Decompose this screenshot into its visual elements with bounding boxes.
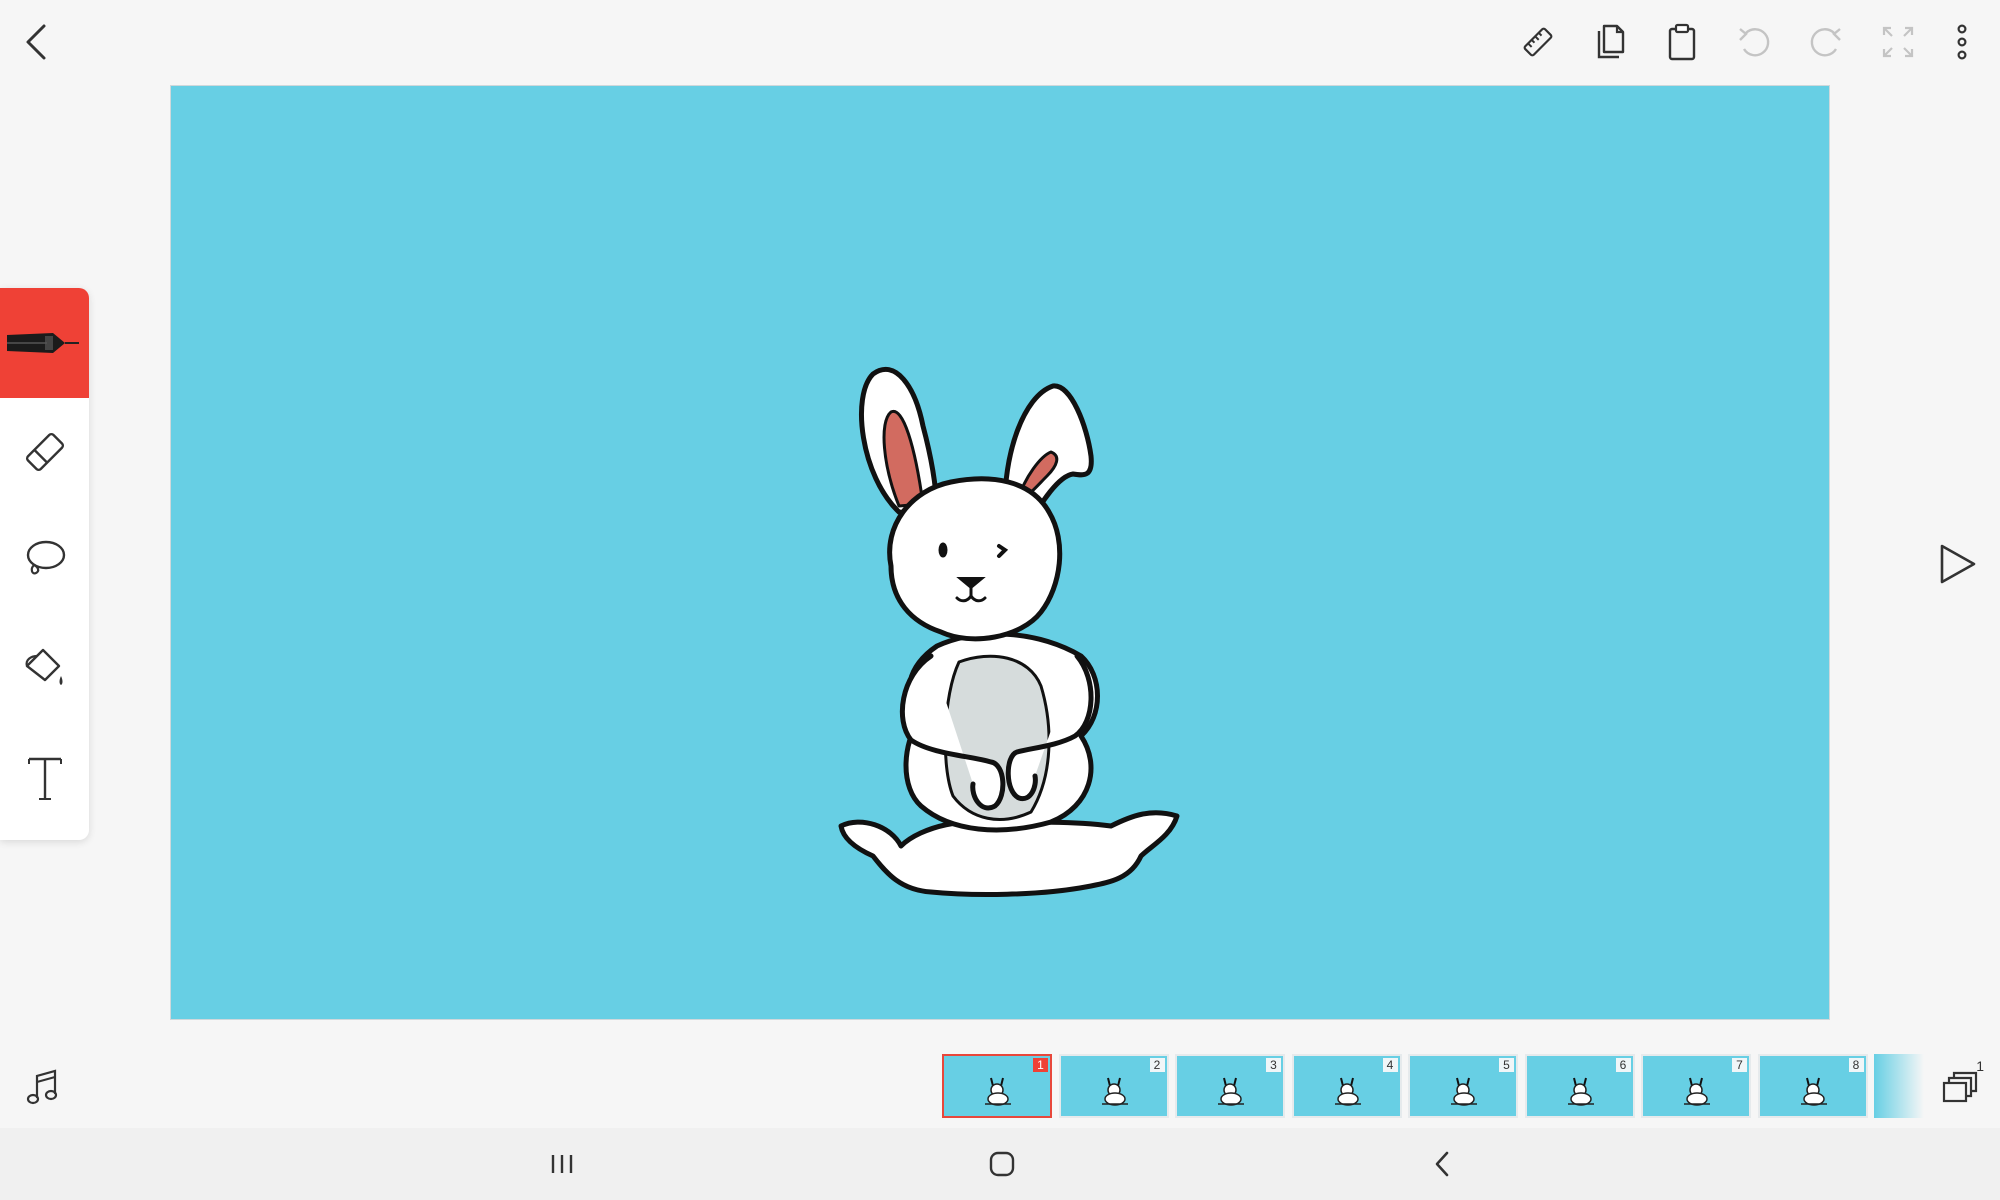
frame-timeline: 1 2 3 4 5 6 7 8 <box>942 1054 1924 1118</box>
recent-apps-icon[interactable] <box>540 1142 584 1186</box>
system-navigation-bar <box>0 1128 2000 1200</box>
timeline-frame[interactable]: 6 <box>1524 1054 1635 1118</box>
top-toolbar <box>0 0 2000 84</box>
text-tool-icon[interactable] <box>0 724 89 834</box>
timeline-frame[interactable]: 2 <box>1058 1054 1169 1118</box>
back-arrow-icon[interactable] <box>14 16 58 68</box>
timeline-frame[interactable]: 7 <box>1641 1054 1751 1118</box>
music-note-icon[interactable] <box>20 1064 64 1110</box>
frame-number: 3 <box>1266 1058 1281 1072</box>
eraser-icon[interactable] <box>0 400 89 504</box>
layers-icon[interactable]: 1 <box>1936 1058 1986 1110</box>
pen-icon[interactable] <box>0 288 89 398</box>
bunny-drawing <box>838 366 1180 897</box>
nav-back-icon[interactable] <box>1420 1142 1464 1186</box>
frame-thumbnail <box>1331 1074 1367 1113</box>
frame-thumbnail <box>1797 1074 1833 1113</box>
paint-bucket-icon[interactable] <box>0 616 89 720</box>
lasso-icon[interactable] <box>0 508 89 612</box>
timeline-frame[interactable]: 8 <box>1757 1054 1868 1118</box>
timeline-fade <box>1874 1054 1924 1118</box>
frame-thumbnail <box>1214 1074 1250 1113</box>
ruler-icon[interactable] <box>1516 20 1560 64</box>
frame-number: 1 <box>1033 1058 1048 1072</box>
frame-number: 6 <box>1615 1058 1631 1072</box>
frame-thumbnail <box>1680 1074 1716 1113</box>
layer-count: 1 <box>1976 1058 1984 1074</box>
play-icon[interactable] <box>1932 538 1984 590</box>
timeline-frame[interactable]: 1 <box>942 1054 1052 1118</box>
more-vertical-icon[interactable] <box>1944 20 1980 64</box>
drawing-canvas[interactable] <box>170 85 1830 1020</box>
frame-thumbnail <box>981 1074 1017 1113</box>
frame-number: 5 <box>1499 1058 1514 1072</box>
frame-thumbnail <box>1564 1074 1600 1113</box>
copy-icon[interactable] <box>1588 20 1632 64</box>
undo-icon[interactable] <box>1732 20 1776 64</box>
timeline-frame[interactable]: 4 <box>1291 1054 1402 1118</box>
fullscreen-icon[interactable] <box>1876 20 1920 64</box>
frame-number: 4 <box>1382 1058 1398 1072</box>
frame-thumbnail <box>1098 1074 1134 1113</box>
timeline-frame[interactable]: 5 <box>1408 1054 1518 1118</box>
frame-thumbnail <box>1447 1074 1483 1113</box>
frame-number: 8 <box>1848 1058 1864 1072</box>
redo-icon[interactable] <box>1804 20 1848 64</box>
tool-panel <box>0 288 89 840</box>
frame-number: 7 <box>1732 1058 1747 1072</box>
home-icon[interactable] <box>980 1142 1024 1186</box>
paste-clipboard-icon[interactable] <box>1660 20 1704 64</box>
frame-number: 2 <box>1149 1058 1165 1072</box>
timeline-frame[interactable]: 3 <box>1175 1054 1285 1118</box>
